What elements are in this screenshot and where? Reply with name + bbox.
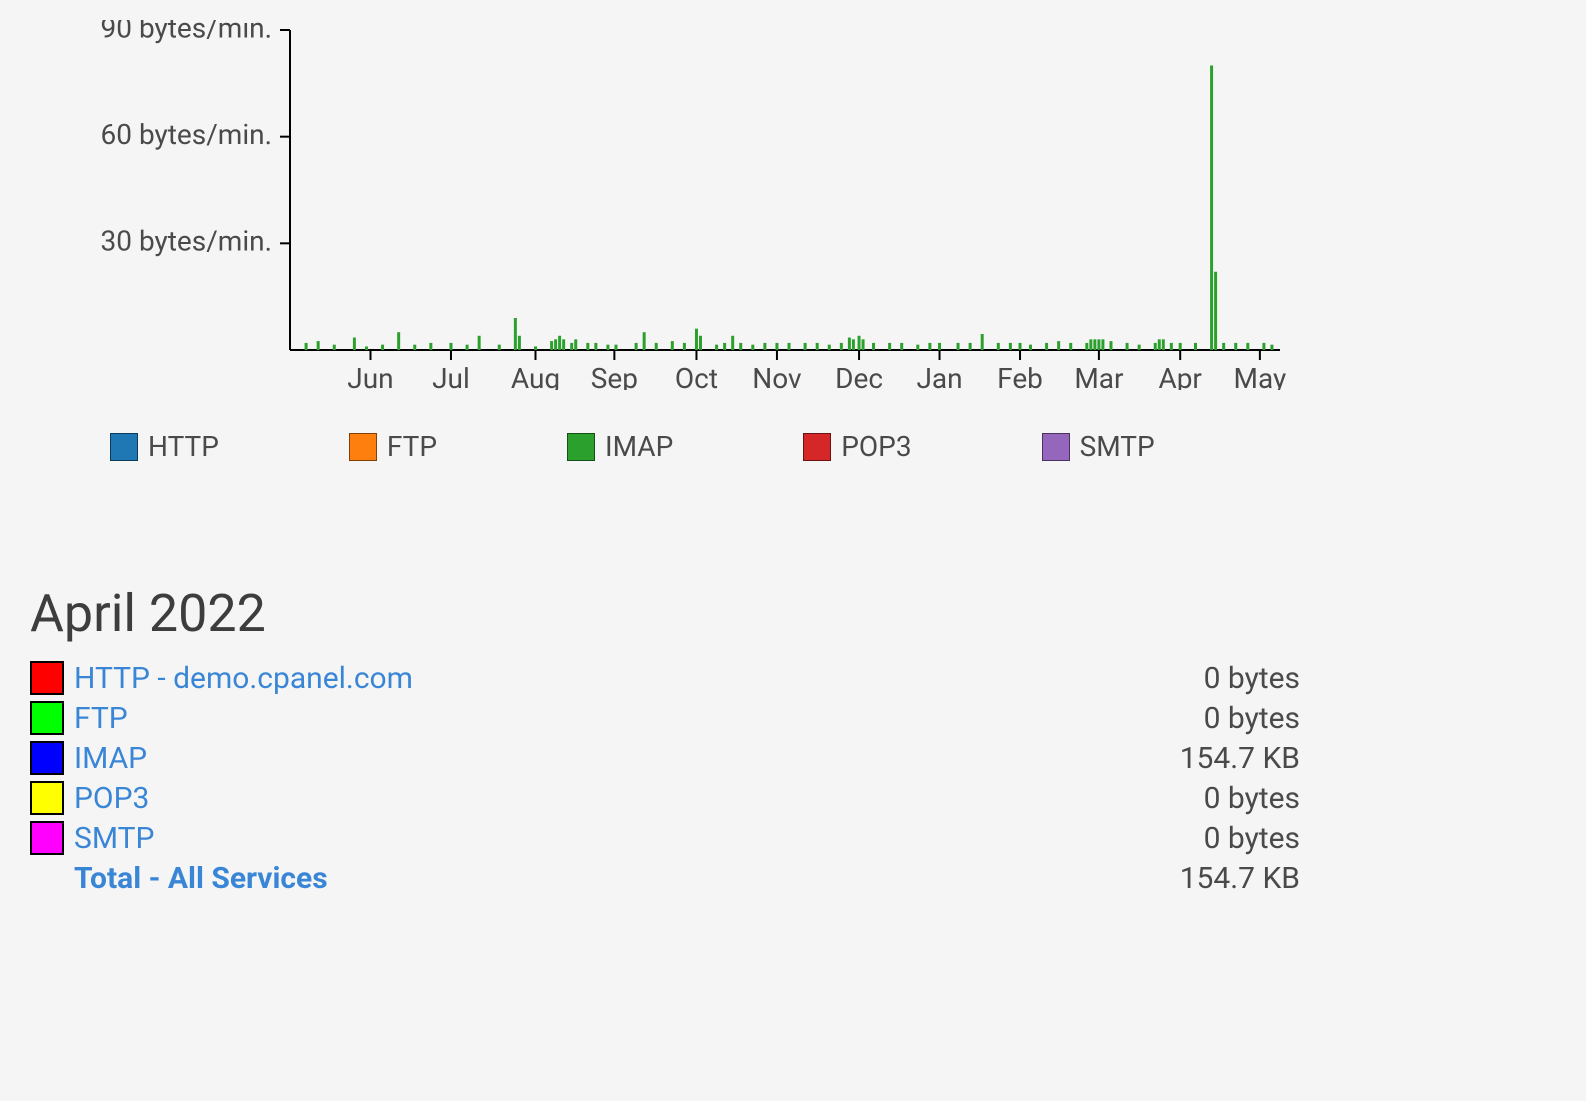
service-value: 154.7 KB xyxy=(1180,741,1300,776)
service-color-swatch xyxy=(30,781,64,815)
service-link[interactable]: HTTP - demo.cpanel.com xyxy=(74,661,413,696)
service-value: 0 bytes xyxy=(1204,821,1300,856)
chart-legend: HTTP FTP IMAP POP3 SMTP xyxy=(110,430,1556,463)
service-link[interactable]: POP3 xyxy=(74,781,149,816)
svg-text:Apr: Apr xyxy=(1158,362,1202,390)
legend-swatch xyxy=(567,433,595,461)
service-row-total: Total - All Services 154.7 KB xyxy=(30,858,1300,898)
legend-swatch xyxy=(1042,433,1070,461)
legend-label: IMAP xyxy=(605,430,673,463)
service-breakdown: HTTP - demo.cpanel.com0 bytesFTP0 bytesI… xyxy=(30,658,1300,898)
legend-item-ftp: FTP xyxy=(349,430,437,463)
service-row: FTP 0 bytes xyxy=(30,698,1300,738)
legend-swatch xyxy=(110,433,138,461)
svg-text:30 bytes/min.: 30 bytes/min. xyxy=(101,225,272,258)
svg-text:Dec: Dec xyxy=(835,362,883,390)
total-link[interactable]: Total - All Services xyxy=(74,861,328,896)
service-value: 0 bytes xyxy=(1204,781,1300,816)
svg-text:Mar: Mar xyxy=(1074,362,1124,390)
svg-text:Sep: Sep xyxy=(591,362,638,390)
total-value: 154.7 KB xyxy=(1180,861,1300,896)
section-title: April 2022 xyxy=(30,583,1556,644)
service-color-swatch xyxy=(30,741,64,775)
legend-item-imap: IMAP xyxy=(567,430,673,463)
service-link[interactable]: FTP xyxy=(74,701,128,736)
service-row: SMTP 0 bytes xyxy=(30,818,1300,858)
service-value: 0 bytes xyxy=(1204,661,1300,696)
svg-text:Jun: Jun xyxy=(347,362,393,390)
svg-text:Nov: Nov xyxy=(752,362,802,390)
svg-text:Jul: Jul xyxy=(432,362,470,390)
svg-text:60 bytes/min.: 60 bytes/min. xyxy=(101,118,272,151)
service-color-swatch xyxy=(30,821,64,855)
legend-label: HTTP xyxy=(148,430,219,463)
legend-label: SMTP xyxy=(1080,430,1155,463)
legend-swatch xyxy=(349,433,377,461)
service-row: IMAP 154.7 KB xyxy=(30,738,1300,778)
svg-text:Aug: Aug xyxy=(511,362,560,390)
service-color-swatch xyxy=(30,701,64,735)
legend-swatch xyxy=(803,433,831,461)
svg-text:May: May xyxy=(1234,362,1287,390)
service-link[interactable]: SMTP xyxy=(74,821,154,856)
bandwidth-chart-svg: 30 bytes/min. 60 bytes/min. 90 bytes/min. J… xyxy=(30,20,1290,390)
svg-text:Jan: Jan xyxy=(916,362,962,390)
page-root: 30 bytes/min. 60 bytes/min. 90 bytes/min. J… xyxy=(0,0,1586,1101)
svg-text:Feb: Feb xyxy=(997,362,1043,390)
legend-item-http: HTTP xyxy=(110,430,219,463)
bandwidth-chart: 30 bytes/min. 60 bytes/min. 90 bytes/min. J… xyxy=(30,20,1290,390)
legend-label: POP3 xyxy=(841,430,911,463)
legend-item-pop3: POP3 xyxy=(803,430,911,463)
service-color-swatch xyxy=(30,661,64,695)
service-row: POP3 0 bytes xyxy=(30,778,1300,818)
service-value: 0 bytes xyxy=(1204,701,1300,736)
svg-text:90 bytes/min.: 90 bytes/min. xyxy=(101,20,272,44)
legend-label: FTP xyxy=(387,430,437,463)
svg-text:Oct: Oct xyxy=(675,362,718,390)
legend-item-smtp: SMTP xyxy=(1042,430,1155,463)
service-link[interactable]: IMAP xyxy=(74,741,147,776)
service-row: HTTP - demo.cpanel.com 0 bytes xyxy=(30,658,1300,698)
